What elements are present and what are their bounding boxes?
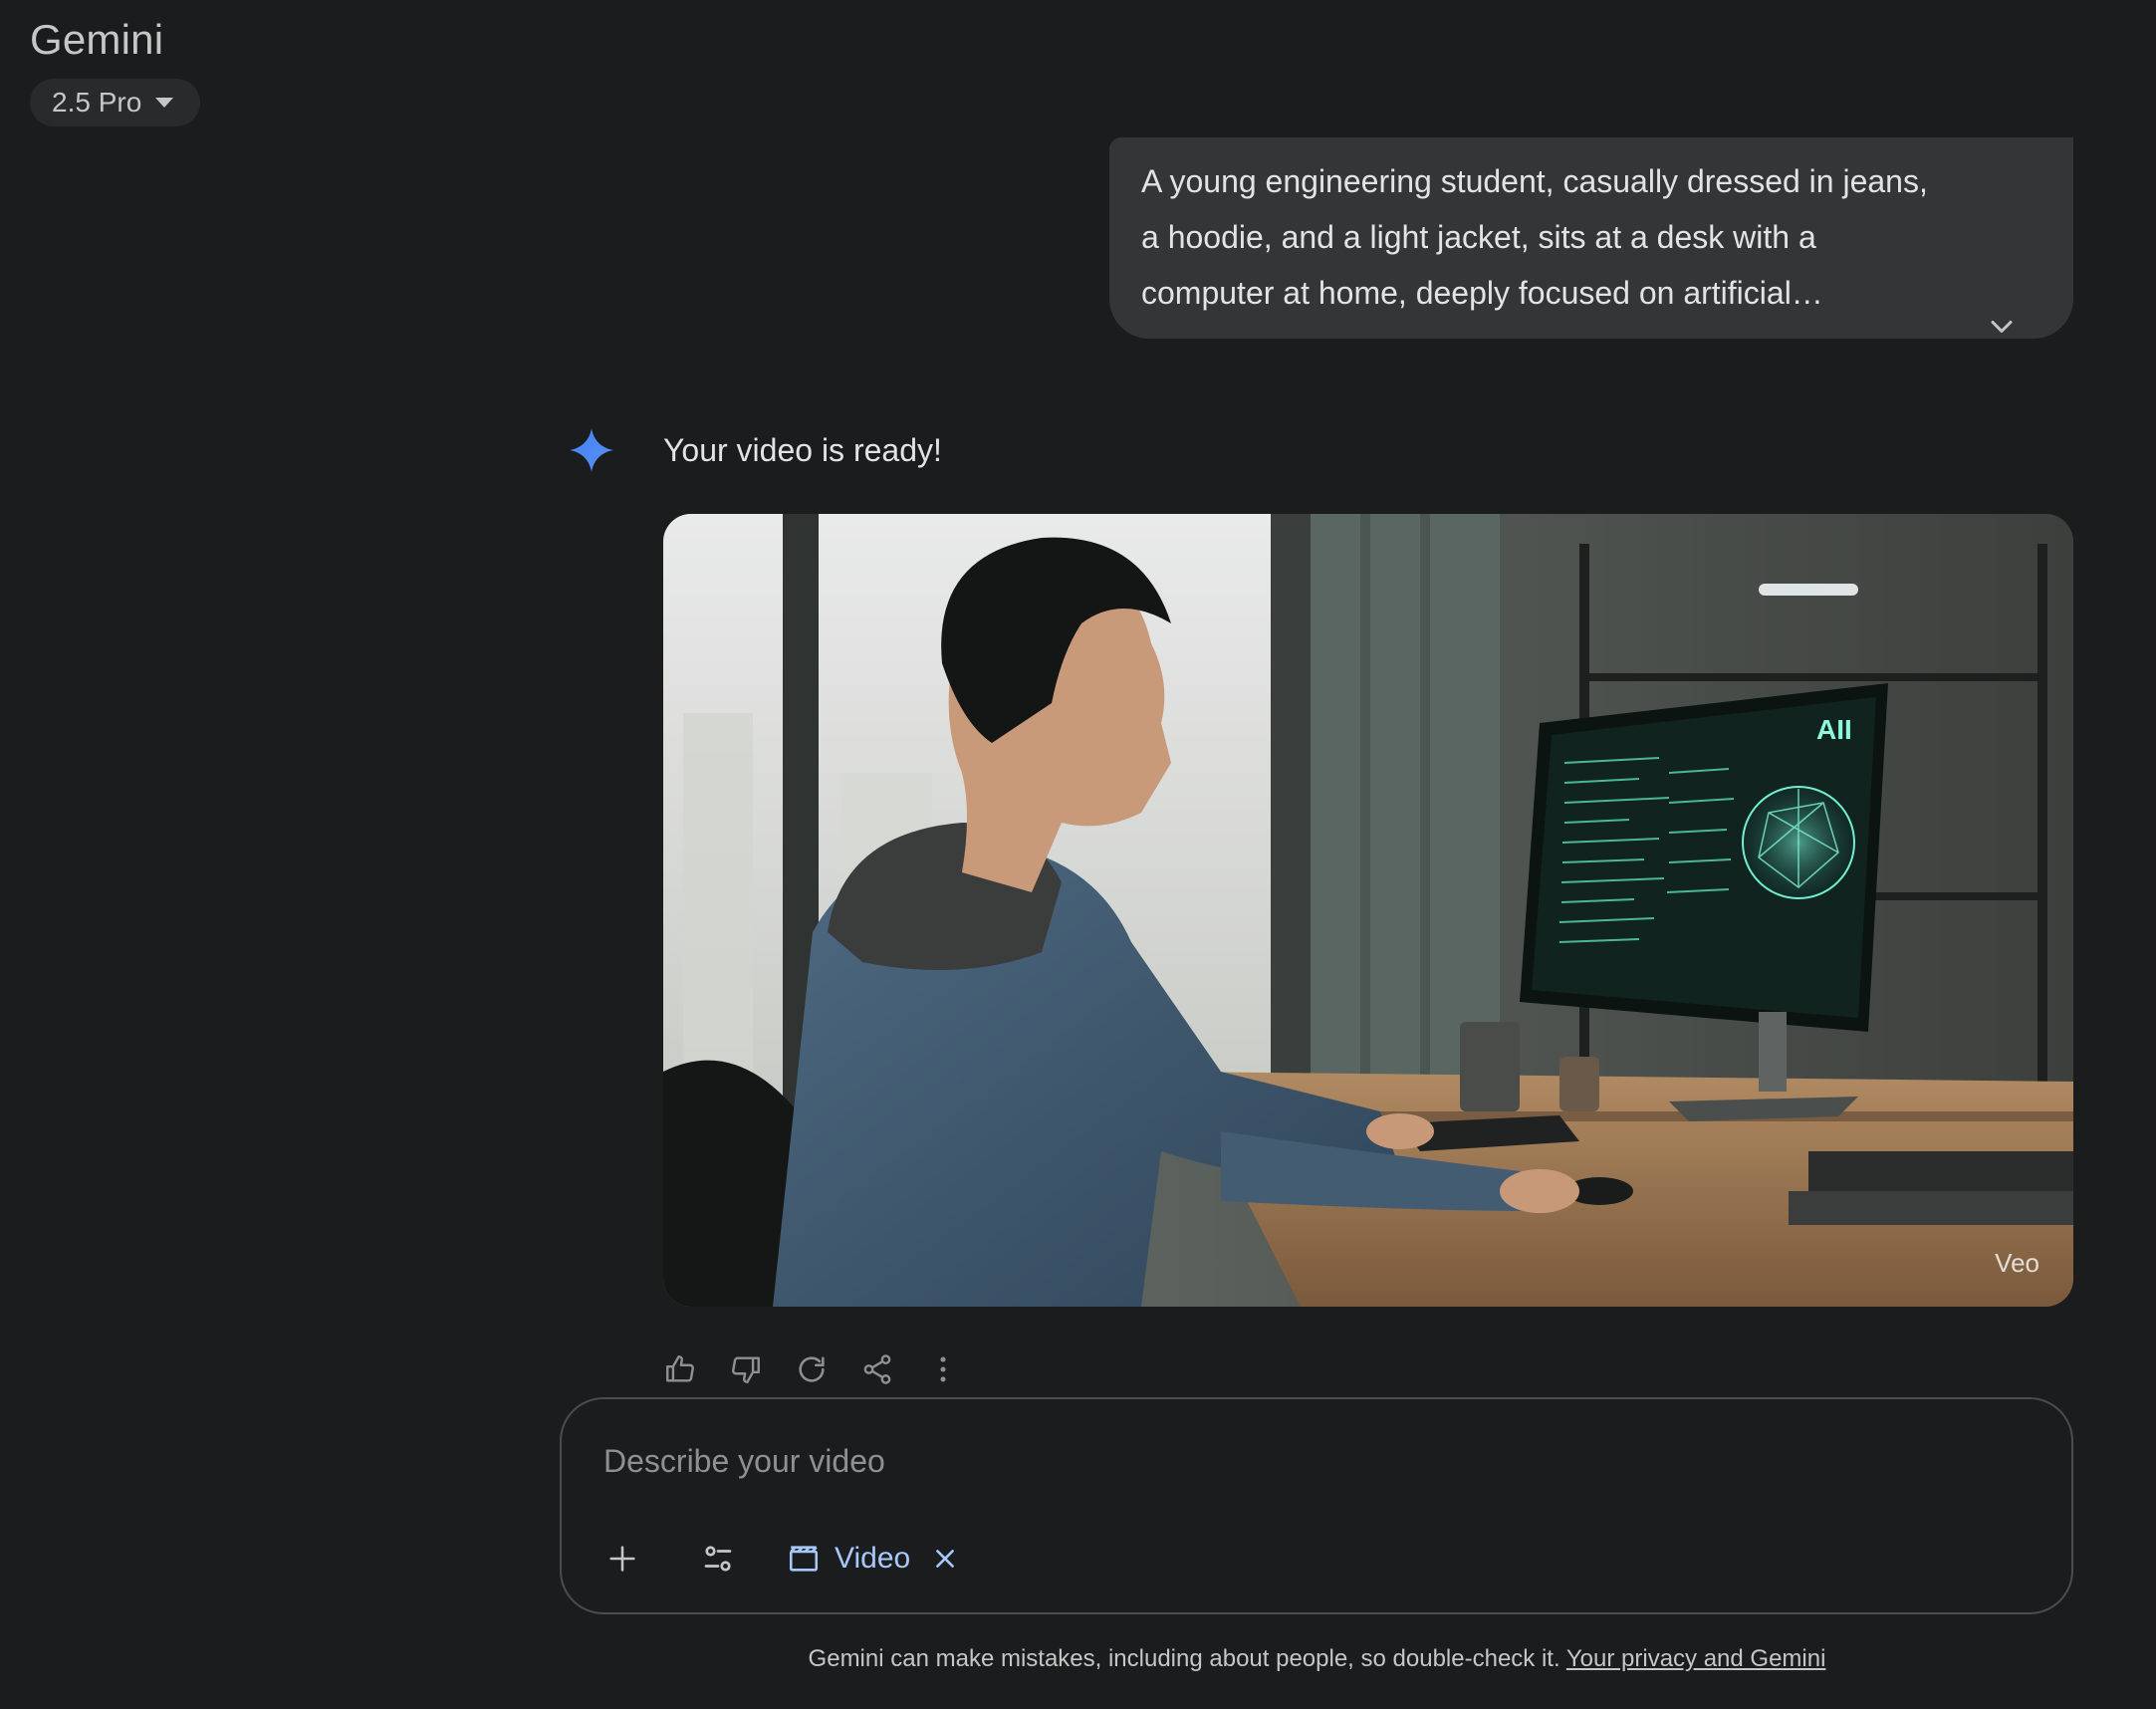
prompt-input[interactable] (601, 1435, 2000, 1487)
gemini-spark-icon (570, 428, 613, 472)
app-title: Gemini (30, 16, 164, 63)
generated-video-player[interactable]: AII Veo (663, 514, 2073, 1307)
thumbs-up-icon (666, 1355, 694, 1382)
tune-icon (704, 1546, 732, 1572)
model-label: 2.5 Pro (52, 87, 142, 118)
prompt-composer: Video (560, 1397, 2073, 1614)
more-options-button[interactable] (924, 1350, 962, 1388)
video-tool-chip[interactable]: Video (787, 1542, 910, 1576)
thumbs-down-icon (732, 1356, 760, 1383)
add-files-button[interactable] (598, 1534, 647, 1584)
veo-watermark: Veo (1995, 1248, 2039, 1278)
video-chip-label: Video (835, 1542, 911, 1575)
regenerate-button[interactable] (793, 1350, 831, 1388)
disclaimer-text: Gemini can make mistakes, including abou… (808, 1645, 1560, 1672)
more-vert-icon (940, 1356, 946, 1382)
tools-button[interactable] (693, 1534, 743, 1584)
user-prompt-text: A young engineering student, casually dr… (1141, 163, 1928, 311)
caret-down-icon (155, 98, 174, 108)
video-frame: AII (663, 514, 2073, 1307)
share-button[interactable] (858, 1350, 896, 1388)
share-icon (863, 1354, 891, 1384)
response-text: Your video is ready! (663, 432, 942, 468)
remove-video-tool-button[interactable] (932, 1546, 958, 1572)
privacy-link[interactable]: Your privacy and Gemini (1566, 1645, 1826, 1672)
screen-label: AII (1816, 714, 1852, 745)
chevron-down-icon (1991, 321, 2013, 333)
plus-icon (609, 1546, 635, 1572)
user-prompt-bubble: A young engineering student, casually dr… (1109, 137, 2073, 339)
close-icon (936, 1550, 955, 1568)
clapperboard-icon (789, 1546, 819, 1572)
composer-toolbar: Video (598, 1529, 958, 1588)
bad-response-button[interactable] (727, 1350, 765, 1388)
model-selector-button[interactable]: 2.5 Pro (30, 79, 200, 126)
gemini-app: Gemini 2.5 Pro A young engineering stude… (0, 0, 2156, 1709)
expand-prompt-button[interactable] (1984, 309, 2020, 345)
good-response-button[interactable] (661, 1350, 699, 1388)
refresh-icon (799, 1356, 825, 1382)
response-actions (661, 1350, 962, 1388)
disclaimer: Gemini can make mistakes, including abou… (0, 1645, 2156, 1673)
